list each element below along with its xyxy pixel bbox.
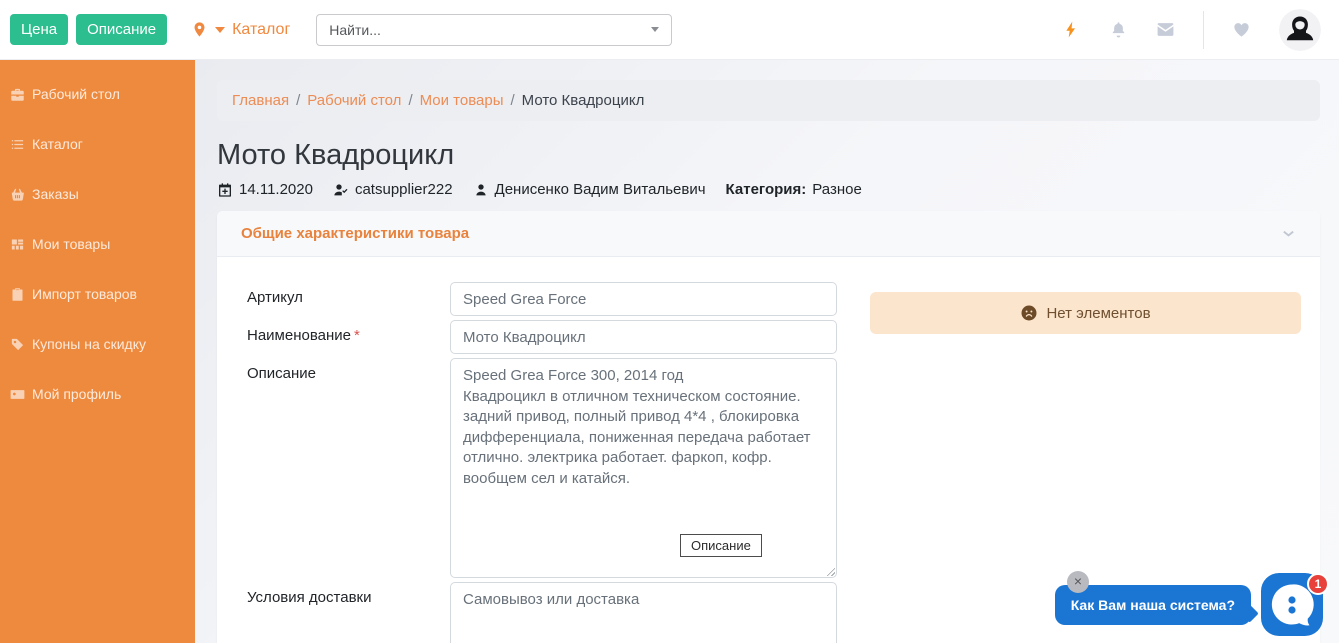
breadcrumb-link-dashboard[interactable]: Рабочий стол [307,92,401,109]
meta-owner: Денисенко Вадим Витальевич [473,181,706,198]
id-card-icon [10,387,25,402]
description-tooltip: Описание [680,534,762,557]
name-input[interactable] [450,320,837,354]
basket-icon [10,187,25,202]
sidebar-item-coupons[interactable]: Купоны на скидку [0,319,195,369]
articul-input[interactable] [450,282,837,316]
catalog-label: Каталог [232,21,290,39]
required-mark: * [354,327,360,344]
list-icon [10,137,25,152]
sidebar-item-label: Мой профиль [32,386,121,402]
user-check-icon [333,182,349,198]
sidebar-item-dashboard[interactable]: Рабочий стол [0,69,195,119]
briefcase-icon [10,87,25,102]
category-label: Категория: [726,181,807,198]
bell-icon[interactable] [1109,20,1128,39]
sidebar-item-orders[interactable]: Заказы [0,169,195,219]
panel-header[interactable]: Общие характеристики товара [217,211,1320,257]
catalog-dropdown[interactable]: Каталог [191,21,290,39]
avatar[interactable] [1279,9,1321,51]
sidebar-item-catalog[interactable]: Каталог [0,119,195,169]
divider [1203,11,1204,49]
meta-date: 14.11.2020 [217,181,313,198]
breadcrumb-link-home[interactable]: Главная [232,92,289,109]
description-button[interactable]: Описание [76,14,167,45]
breadcrumb-separator: / [408,92,412,109]
meta-owner-value: Денисенко Вадим Витальевич [495,181,706,198]
sidebar-item-import[interactable]: Импорт товаров [0,269,195,319]
product-panel: Общие характеристики товара Артикул Наим… [217,211,1320,643]
description-textarea[interactable]: Speed Grea Force 300, 2014 год Квадроцик… [450,358,837,578]
envelope-icon[interactable] [1156,20,1175,39]
sidebar-item-my-products[interactable]: Мои товары [0,219,195,269]
breadcrumb-link-my-products[interactable]: Мои товары [420,92,504,109]
sidebar-item-label: Заказы [32,186,79,202]
search-placeholder: Найти... [329,22,381,38]
meta-supplier-value: catsupplier222 [355,181,453,198]
sidebar-item-label: Мои товары [32,236,110,252]
search-select[interactable]: Найти... [316,14,672,46]
sidebar-item-label: Каталог [32,136,83,152]
category-value: Разное [812,181,862,198]
description-label: Описание [247,358,450,578]
delivery-textarea[interactable]: Самовывоз или доставка [450,582,837,643]
description-textarea-wrap: Speed Grea Force 300, 2014 год Квадроцик… [450,358,837,578]
breadcrumb-separator: / [510,92,514,109]
heart-icon[interactable] [1232,20,1251,39]
meta-date-value: 14.11.2020 [239,181,313,198]
sidebar-item-label: Купоны на скидку [32,336,146,352]
page-title: Мото Квадроцикл [217,139,1339,172]
sidebar: Рабочий стол Каталог Заказы Мои товары И… [0,60,195,643]
sidebar-item-profile[interactable]: Мой профиль [0,369,195,419]
price-button[interactable]: Цена [10,14,68,45]
name-label: Наименование* [247,320,450,354]
chat-notification-badge: 1 [1307,573,1329,595]
topbar-actions [1062,9,1321,51]
chevron-down-icon [651,27,659,32]
product-form: Артикул Наименование* Описание Speed Gre… [247,282,837,643]
sad-face-icon [1020,304,1038,322]
clipboard-icon [10,287,25,302]
form-row-delivery: Условия доставки Самовывоз или доставка [247,582,837,643]
form-row-name: Наименование* [247,320,837,354]
chevron-down-icon [215,27,225,33]
no-elements-alert: Нет элементов [870,292,1301,334]
breadcrumb-current: Мото Квадроцикл [522,92,645,109]
delivery-label: Условия доставки [247,582,450,643]
chat-close-button[interactable]: × [1067,571,1089,593]
meta-category: Категория: Разное [726,181,862,198]
chevron-down-icon[interactable] [1281,226,1296,241]
meta-supplier: catsupplier222 [333,181,453,198]
topbar: Цена Описание Каталог Найти... [0,0,1339,60]
delivery-textarea-wrap: Самовывоз или доставка [450,582,837,643]
products-icon [10,237,25,252]
meta-row: 14.11.2020 catsupplier222 Денисенко Вади… [217,181,1339,198]
form-row-description: Описание Speed Grea Force 300, 2014 год … [247,358,837,578]
location-pin-icon [191,21,208,38]
lightning-icon[interactable] [1062,20,1081,39]
sidebar-item-label: Импорт товаров [32,286,137,302]
no-elements-text: Нет элементов [1046,305,1150,322]
articul-label: Артикул [247,282,450,316]
sidebar-item-label: Рабочий стол [32,86,120,102]
tag-icon [10,337,25,352]
calendar-icon [217,182,233,198]
main-content: Главная / Рабочий стол / Мои товары / Мото Ква… [195,60,1339,643]
panel-title: Общие характеристики товара [241,225,469,242]
form-row-articul: Артикул [247,282,837,316]
breadcrumb: Главная / Рабочий стол / Мои товары / Мото Ква… [217,80,1320,121]
user-icon [473,182,489,198]
breadcrumb-separator: / [296,92,300,109]
